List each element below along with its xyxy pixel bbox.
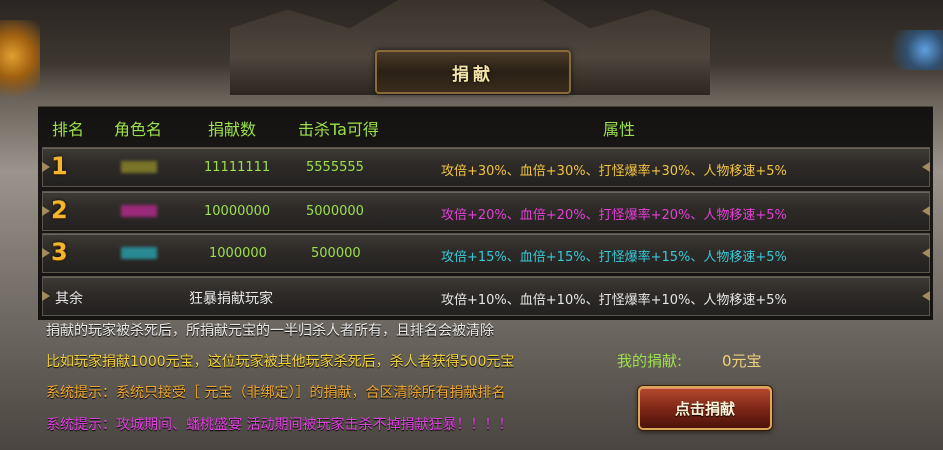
donation-value: 1000000 xyxy=(209,246,267,261)
blurred-role-name xyxy=(121,205,157,217)
attributes-value: 攻倍+10%、血倍+10%、打怪爆率+10%、人物移速+5% xyxy=(441,293,787,308)
my-donation-value: 0元宝 xyxy=(722,352,762,370)
table-row: 3 1000000 500000 攻倍+15%、血倍+15%、打怪爆率+15%、… xyxy=(42,233,930,273)
right-decoration xyxy=(883,30,943,70)
header-attributes: 属性 xyxy=(603,120,636,139)
other-role-name: 狂暴捐献玩家 xyxy=(189,291,273,307)
table-header: 排名 角色名 捐献数 击杀Ta可得 属性 xyxy=(38,107,933,143)
blurred-role-name xyxy=(121,161,157,173)
ranking-panel: 排名 角色名 捐献数 击杀Ta可得 属性 1 11111111 5555555 … xyxy=(38,106,933,320)
info-line-3: 系统提示：系统只接受［ 元宝（非绑定）］的捐献，合区清除所有捐献排名 xyxy=(46,385,506,401)
kill-reward-value: 500000 xyxy=(311,246,361,261)
table-row: 其余 狂暴捐献玩家 攻倍+10%、血倍+10%、打怪爆率+10%、人物移速+5% xyxy=(42,276,930,316)
page-title: 捐献 xyxy=(452,64,494,85)
header-rank: 排名 xyxy=(52,120,85,139)
header-role-name: 角色名 xyxy=(114,120,163,139)
info-line-2: 比如玩家捐献1000元宝，这位玩家被其他玩家杀死后，杀人者获得500元宝 xyxy=(46,354,515,370)
donate-button[interactable]: 点击捐献 xyxy=(638,386,772,430)
table-row: 1 11111111 5555555 攻倍+30%、血倍+30%、打怪爆率+30… xyxy=(42,147,930,187)
donation-value: 10000000 xyxy=(204,204,271,219)
left-decoration xyxy=(0,20,40,110)
attributes-value: 攻倍+20%、血倍+20%、打怪爆率+20%、人物移速+5% xyxy=(441,208,787,223)
info-line-4: 系统提示：攻城期间、蟠桃盛宴 活动期间被玩家击杀不掉捐献狂暴！！！！ xyxy=(46,417,513,433)
kill-reward-value: 5000000 xyxy=(306,204,364,219)
my-donation-label: 我的捐献: xyxy=(617,352,683,370)
rank-number: 1 xyxy=(51,152,68,180)
donation-value: 11111111 xyxy=(204,160,271,175)
rank-other: 其余 xyxy=(55,291,83,307)
info-line-1: 捐献的玩家被杀死后，所捐献元宝的一半归杀人者所有，且排名会被清除 xyxy=(46,323,494,339)
table-row: 2 10000000 5000000 攻倍+20%、血倍+20%、打怪爆率+20… xyxy=(42,191,930,231)
attributes-value: 攻倍+15%、血倍+15%、打怪爆率+15%、人物移速+5% xyxy=(441,250,787,265)
rank-number: 2 xyxy=(51,196,68,224)
title-plaque: 捐献 xyxy=(375,50,571,94)
blurred-role-name xyxy=(121,247,157,259)
header-kill-reward: 击杀Ta可得 xyxy=(298,120,379,139)
rank-number: 3 xyxy=(51,238,68,266)
kill-reward-value: 5555555 xyxy=(306,160,364,175)
header-donation: 捐献数 xyxy=(208,120,257,139)
attributes-value: 攻倍+30%、血倍+30%、打怪爆率+30%、人物移速+5% xyxy=(441,164,787,179)
